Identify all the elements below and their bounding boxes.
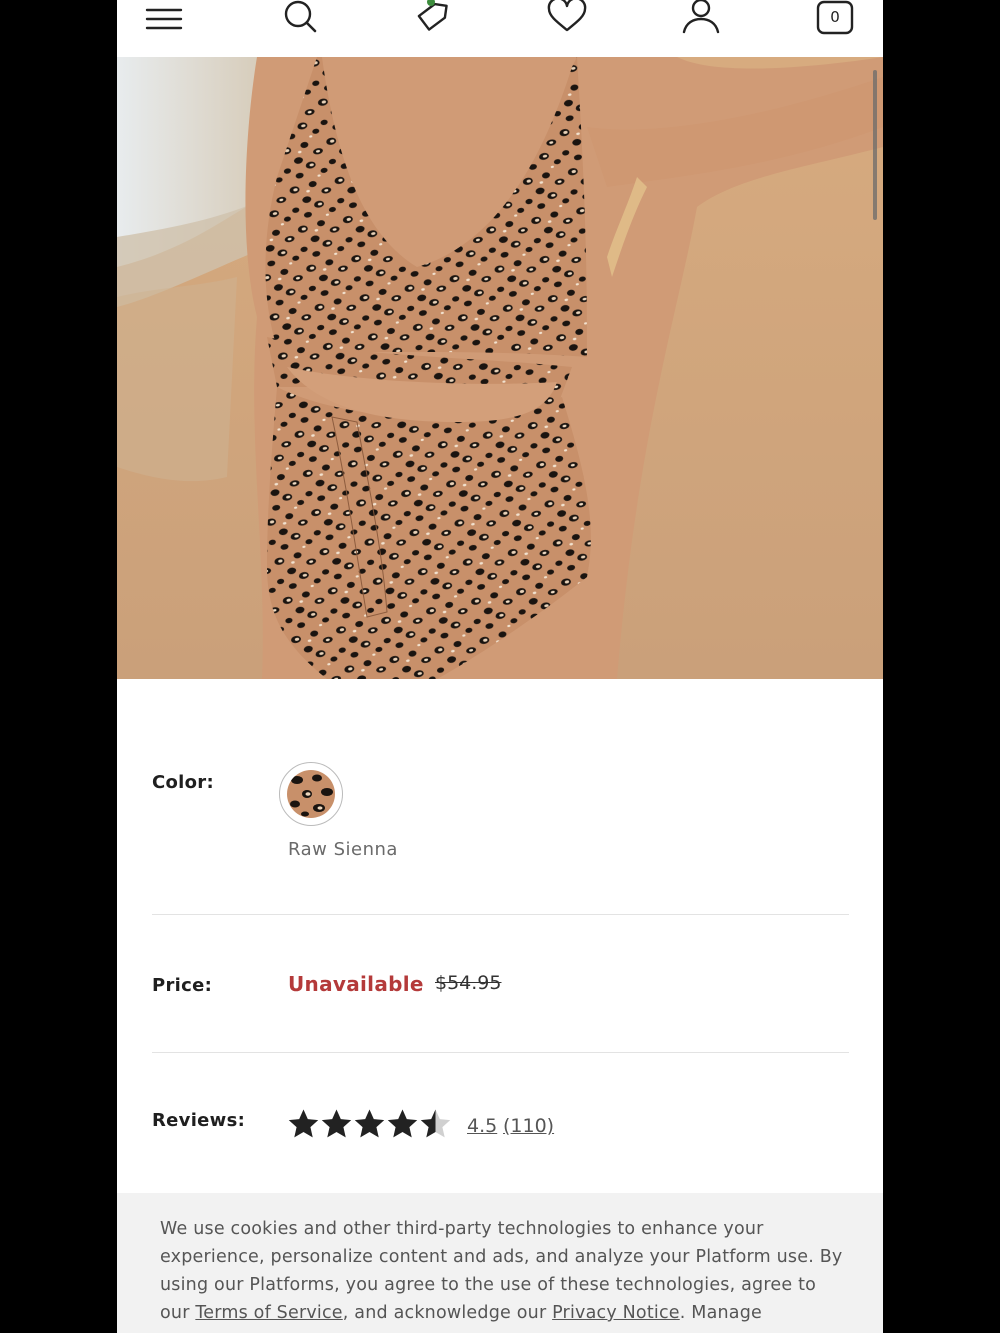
scrollbar[interactable] xyxy=(873,70,877,220)
color-label: Color: xyxy=(152,772,214,793)
search-icon[interactable] xyxy=(277,0,321,44)
cookie-text: We use cookies and other third-party tec… xyxy=(160,1215,850,1327)
star-icon xyxy=(386,1108,419,1142)
tag-icon[interactable] xyxy=(411,0,455,44)
swatch-image xyxy=(287,770,335,818)
cookie-text-part-2: , and acknowledge our xyxy=(342,1303,553,1323)
hamburger-icon[interactable] xyxy=(141,0,185,44)
bag-count: 0 xyxy=(830,8,840,26)
star-rating[interactable] xyxy=(287,1108,452,1142)
shopping-bag-icon[interactable]: 0 xyxy=(813,0,857,44)
divider xyxy=(152,914,849,915)
divider xyxy=(152,1052,849,1053)
star-icon xyxy=(419,1108,452,1142)
user-icon[interactable] xyxy=(679,0,723,44)
cookie-banner: We use cookies and other third-party tec… xyxy=(117,1193,883,1333)
product-image[interactable] xyxy=(117,57,883,679)
top-nav: 0 xyxy=(117,0,883,57)
star-icon xyxy=(287,1108,320,1142)
color-swatch[interactable] xyxy=(279,762,343,826)
reviews-label: Reviews: xyxy=(152,1110,246,1131)
privacy-notice-link[interactable]: Privacy Notice xyxy=(552,1303,680,1323)
terms-of-service-link[interactable]: Terms of Service xyxy=(195,1303,342,1323)
rating-value-link[interactable]: 4.5 xyxy=(467,1115,497,1137)
product-page: 0 Color: Raw Sienna Price: Unavailable $… xyxy=(117,0,883,1333)
cookie-text-part-3: . Manage xyxy=(679,1303,762,1323)
price-status: Unavailable xyxy=(288,972,424,996)
price-label: Price: xyxy=(152,975,213,996)
review-count-link[interactable]: (110) xyxy=(503,1115,554,1137)
star-icon xyxy=(320,1108,353,1142)
color-name: Raw Sienna xyxy=(288,839,398,860)
star-icon xyxy=(353,1108,386,1142)
original-price: $54.95 xyxy=(435,972,502,994)
heart-icon[interactable] xyxy=(545,0,589,44)
